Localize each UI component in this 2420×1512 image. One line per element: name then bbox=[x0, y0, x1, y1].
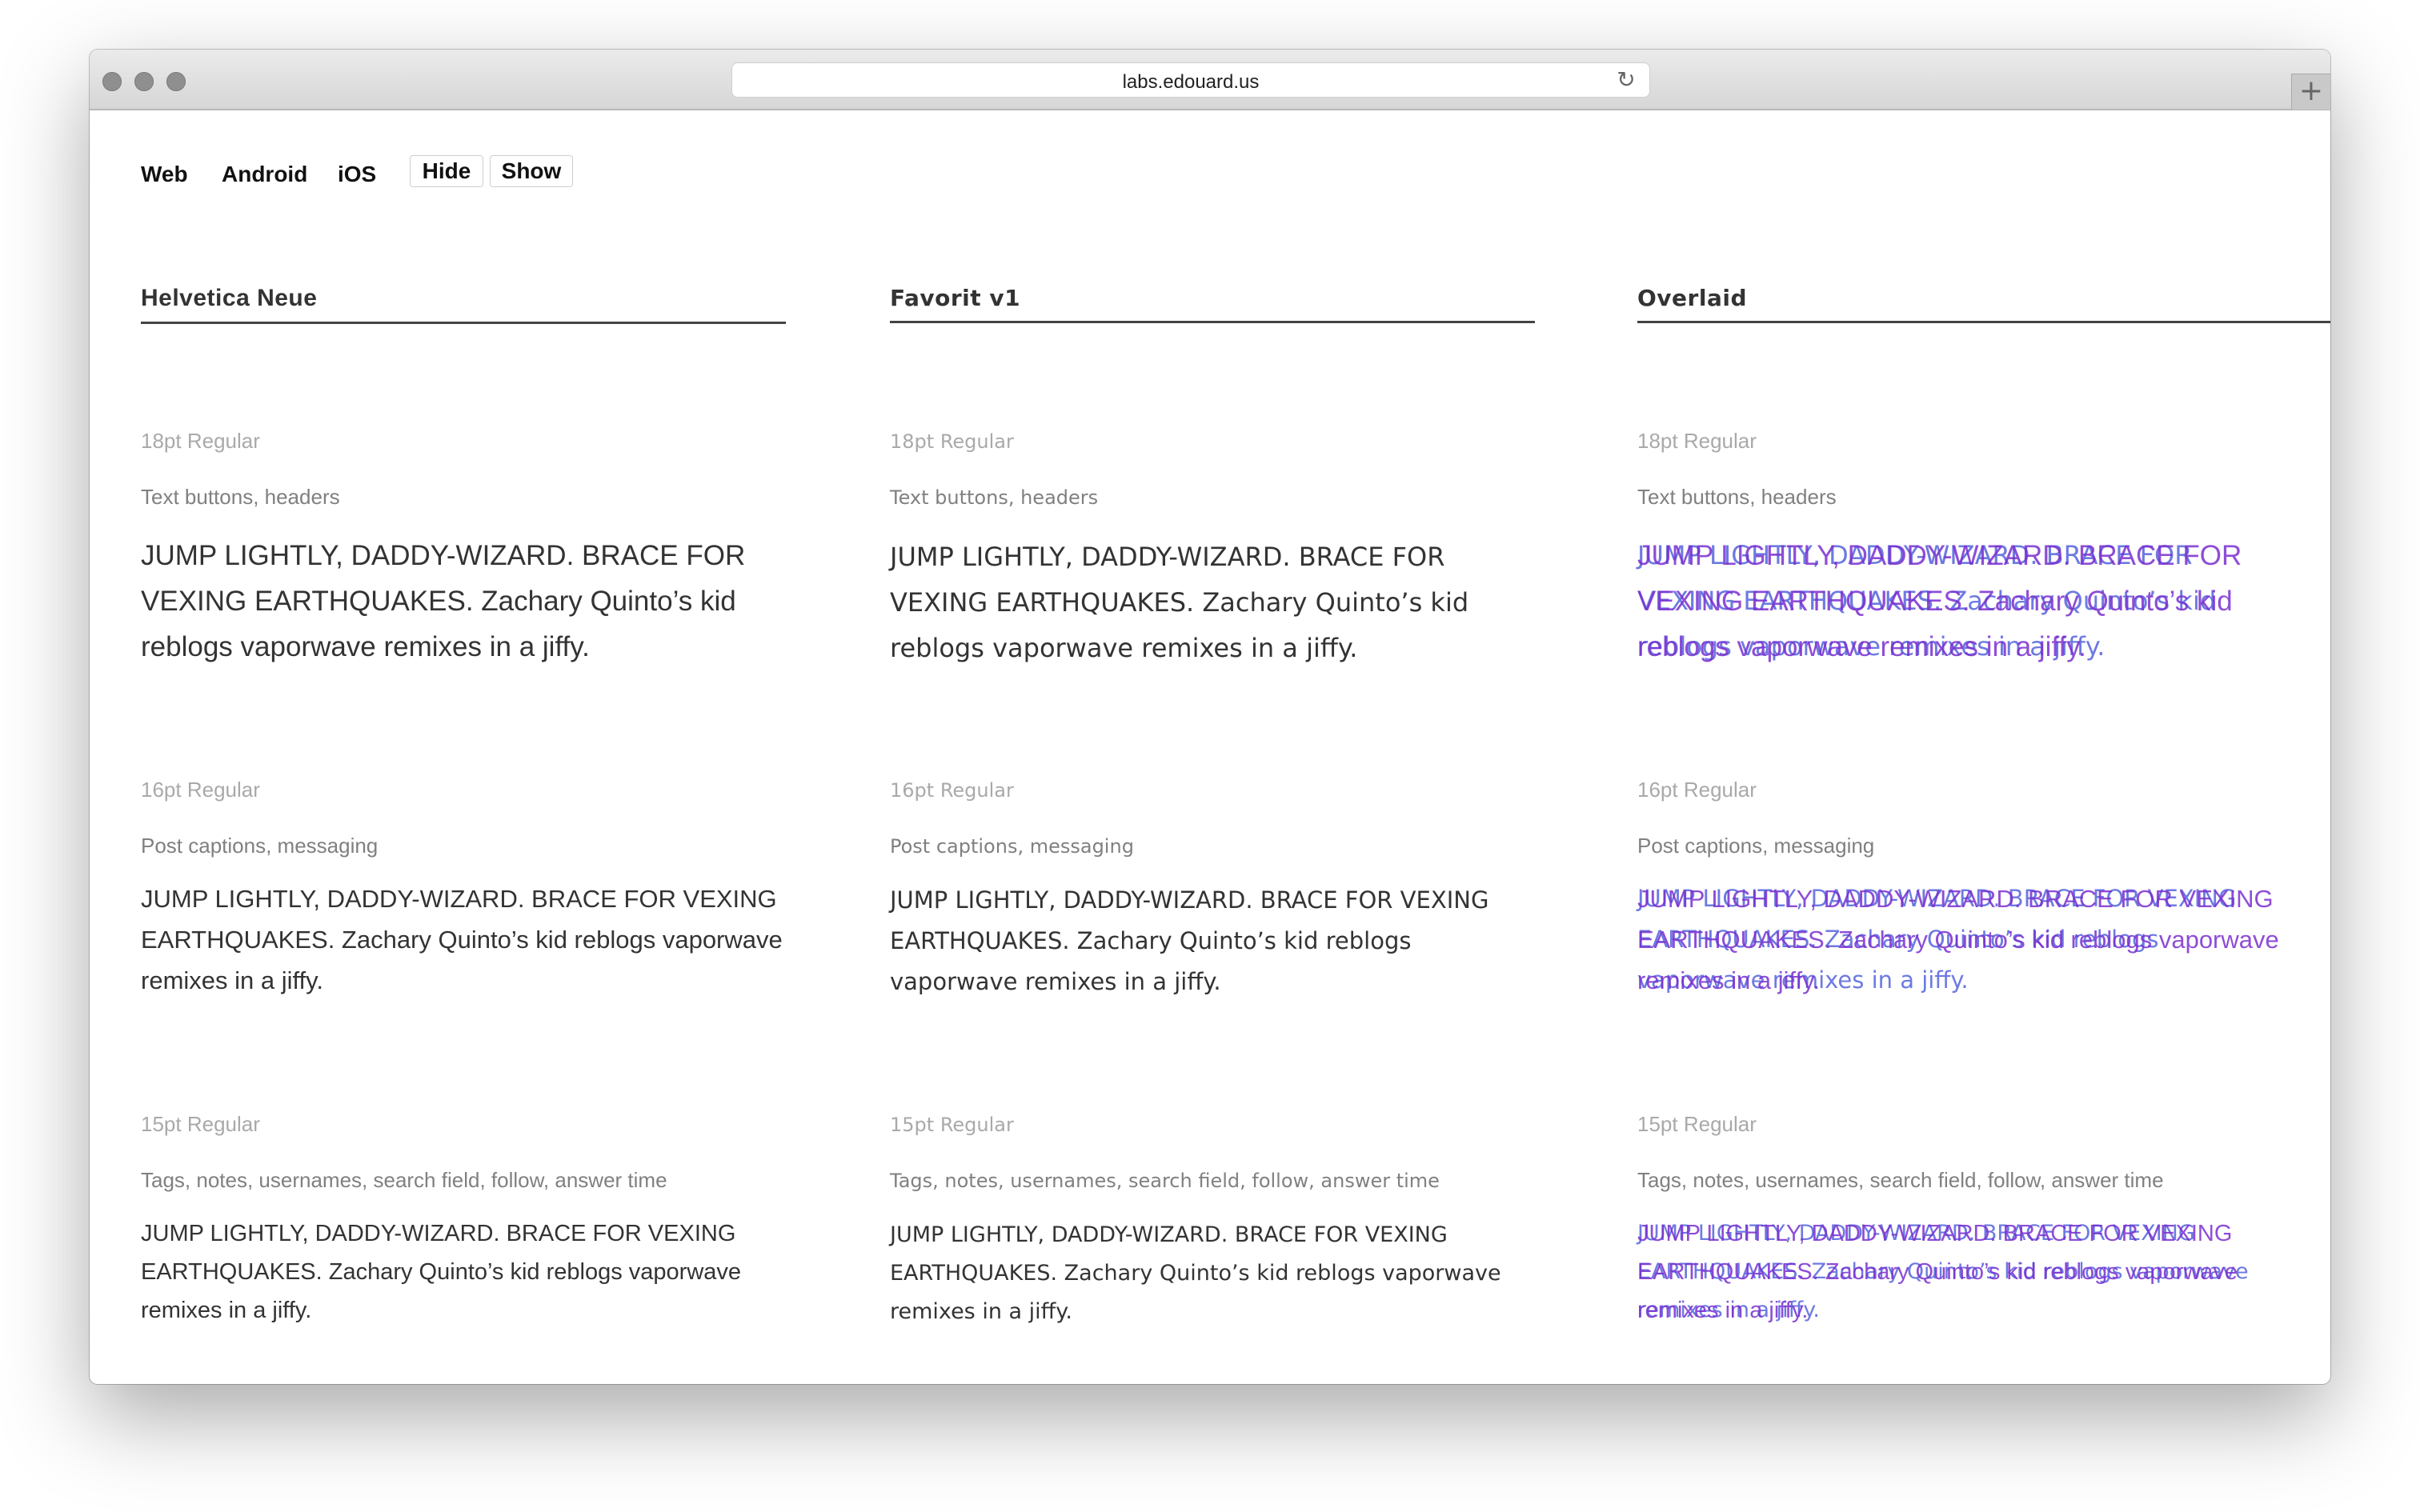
column-overlaid: Overlaid 18pt Regular Text buttons, head… bbox=[1637, 285, 2330, 1323]
size-label: 18pt Regular bbox=[141, 429, 260, 453]
nav-link-web[interactable]: Web bbox=[141, 162, 188, 187]
column-helvetica-neue: Helvetica Neue 18pt Regular Text buttons… bbox=[141, 285, 786, 1323]
size-label: 15pt Regular bbox=[1637, 1112, 1757, 1136]
address-bar[interactable]: labs.edouard.us ↻ bbox=[731, 62, 1650, 98]
size-label: 15pt Regular bbox=[141, 1112, 260, 1136]
usage-label: Text buttons, headers bbox=[890, 486, 1099, 509]
nav-link-ios[interactable]: iOS bbox=[338, 162, 376, 187]
column-favorit-v1: Favorit v1 18pt Regular Text buttons, he… bbox=[890, 285, 1535, 1324]
sample-text: JUMP LIGHTLY, DADDY-WIZARD. BRACE FOR VE… bbox=[141, 540, 746, 662]
overlay-layer-helvetica: JUMP LIGHTLY, DADDY-WIZARD. BRACE FOR VE… bbox=[1637, 885, 2279, 994]
sample-text: JUMP LIGHTLY, DADDY-WIZARD. BRACE FOR VE… bbox=[890, 542, 1469, 663]
size-label: 16pt Regular bbox=[141, 778, 260, 802]
column-heading: Favorit v1 bbox=[890, 285, 1535, 323]
usage-label: Tags, notes, usernames, search field, fo… bbox=[890, 1170, 1440, 1192]
sample-text: JUMP LIGHTLY, DADDY-WIZARD. BRACE FOR VE… bbox=[141, 885, 783, 994]
size-label: 16pt Regular bbox=[890, 779, 1014, 802]
minimize-window-icon[interactable] bbox=[134, 72, 154, 91]
zoom-window-icon[interactable] bbox=[166, 72, 186, 91]
show-button[interactable]: Show bbox=[490, 155, 573, 187]
usage-label: Post captions, messaging bbox=[141, 834, 379, 858]
close-window-icon[interactable] bbox=[102, 72, 122, 91]
page-content: Web Android iOS Hide Show Helvetica Neue… bbox=[90, 110, 2330, 1384]
overlay-layer-helvetica: JUMP LIGHTLY, DADDY-WIZARD. BRACE FOR VE… bbox=[1637, 1221, 2238, 1323]
size-label: 15pt Regular bbox=[890, 1114, 1014, 1136]
usage-label: Text buttons, headers bbox=[141, 485, 340, 509]
usage-label: Tags, notes, usernames, search field, fo… bbox=[141, 1168, 667, 1192]
new-tab-plus-icon[interactable]: + bbox=[2291, 74, 2330, 110]
usage-label: Text buttons, headers bbox=[1637, 485, 1837, 509]
hide-button[interactable]: Hide bbox=[410, 155, 483, 187]
usage-label: Post captions, messaging bbox=[890, 835, 1134, 858]
overlay-layer-helvetica: JUMP LIGHTLY, DADDY-WIZARD. BRACE FOR VE… bbox=[1637, 540, 2242, 662]
size-label: 18pt Regular bbox=[1637, 429, 1757, 453]
column-heading: Helvetica Neue bbox=[141, 285, 786, 324]
size-label: 18pt Regular bbox=[890, 430, 1014, 453]
sample-text: JUMP LIGHTLY, DADDY-WIZARD. BRACE FOR VE… bbox=[141, 1221, 742, 1323]
usage-label: Post captions, messaging bbox=[1637, 834, 1875, 858]
nav-link-android[interactable]: Android bbox=[222, 162, 307, 187]
usage-label: Tags, notes, usernames, search field, fo… bbox=[1637, 1168, 2164, 1192]
url-text: labs.edouard.us bbox=[1122, 71, 1260, 93]
browser-window: labs.edouard.us ↻ + Web Android iOS Hide… bbox=[90, 50, 2330, 1384]
column-heading: Overlaid bbox=[1637, 285, 2330, 323]
browser-titlebar: labs.edouard.us ↻ + bbox=[90, 50, 2330, 110]
sample-text: JUMP LIGHTLY, DADDY-WIZARD. BRACE FOR VE… bbox=[890, 886, 1489, 995]
size-label: 16pt Regular bbox=[1637, 778, 1757, 802]
reload-icon[interactable]: ↻ bbox=[1614, 68, 1638, 92]
sample-text: JUMP LIGHTLY, DADDY-WIZARD. BRACE FOR VE… bbox=[890, 1222, 1501, 1324]
